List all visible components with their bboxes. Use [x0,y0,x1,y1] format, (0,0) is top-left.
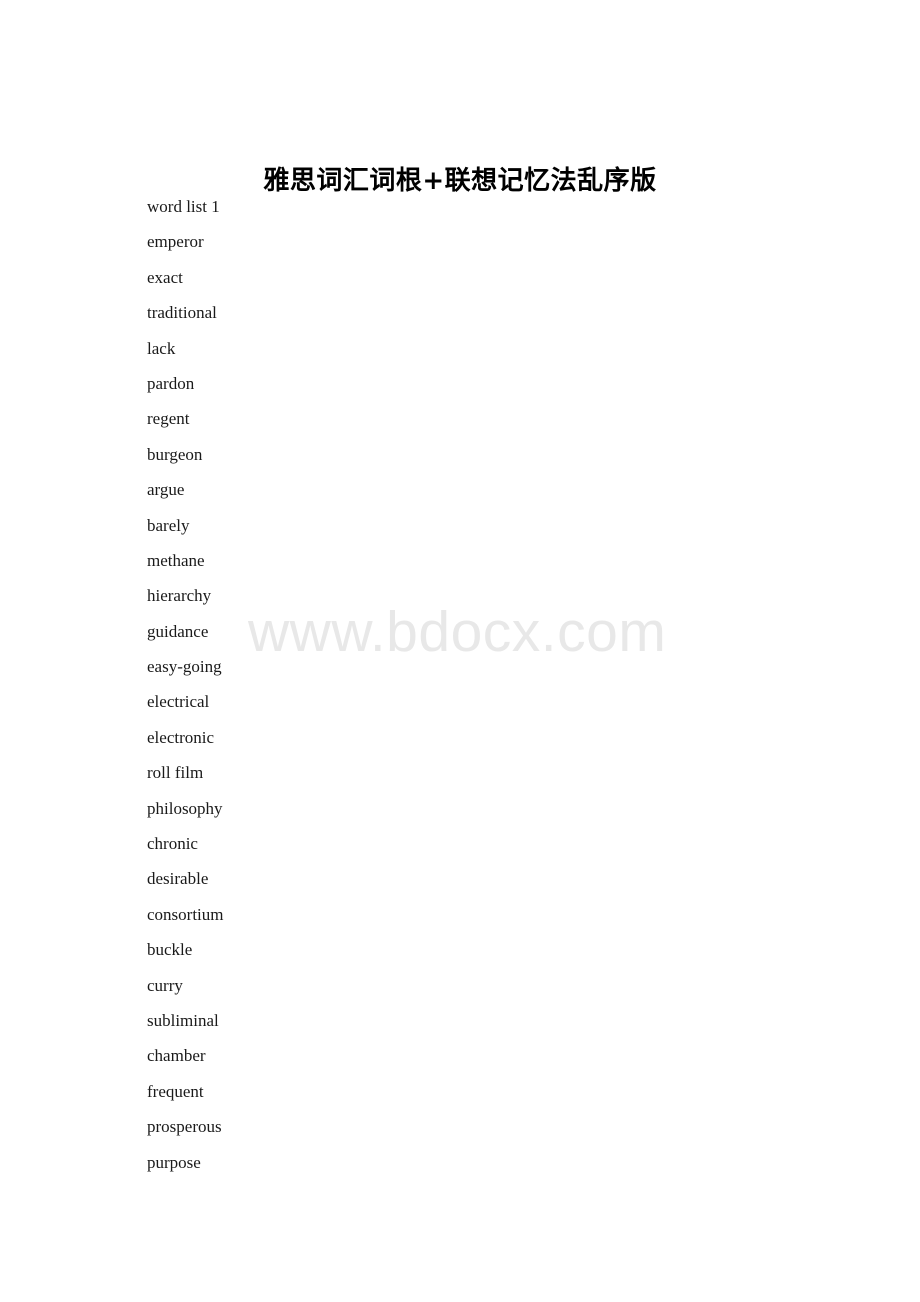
list-item: lack [147,338,176,358]
list-item: subliminal [147,1010,219,1030]
page-title: 雅思词汇词根+联想记忆法乱序版 [263,166,657,197]
document-page: www.bdocx.com 雅思词汇词根+联想记忆法乱序版 word list … [0,0,920,1302]
list-item: traditional [147,303,217,323]
list-item: roll film [147,763,204,783]
list-item: barely [147,515,190,535]
list-item: hierarchy [147,586,212,606]
list-item: desirable [147,869,209,889]
list-item: word list 1 [147,197,220,216]
list-item: curry [147,975,183,995]
list-item: argue [147,480,185,500]
list-item: prosperous [147,1117,222,1137]
list-item: methane [147,550,205,570]
list-item: burgeon [147,444,203,464]
list-item: electrical [147,692,210,712]
list-item: guidance [147,621,209,641]
list-item: electronic [147,727,215,747]
list-item: frequent [147,1081,204,1101]
list-item: philosophy [147,798,223,818]
list-item: exact [147,267,183,287]
list-item: easy-going [147,657,222,677]
list-item: buckle [147,940,193,960]
vocabulary-word-list: word list 1 emperor exact traditional lack pa… [147,198,767,1189]
list-item: regent [147,409,190,429]
list-item: pardon [147,373,195,393]
list-item: chamber [147,1046,206,1066]
list-item: chronic [147,834,198,854]
list-item: consortium [147,904,224,924]
list-item: emperor [147,232,204,252]
list-item: purpose [147,1152,201,1172]
